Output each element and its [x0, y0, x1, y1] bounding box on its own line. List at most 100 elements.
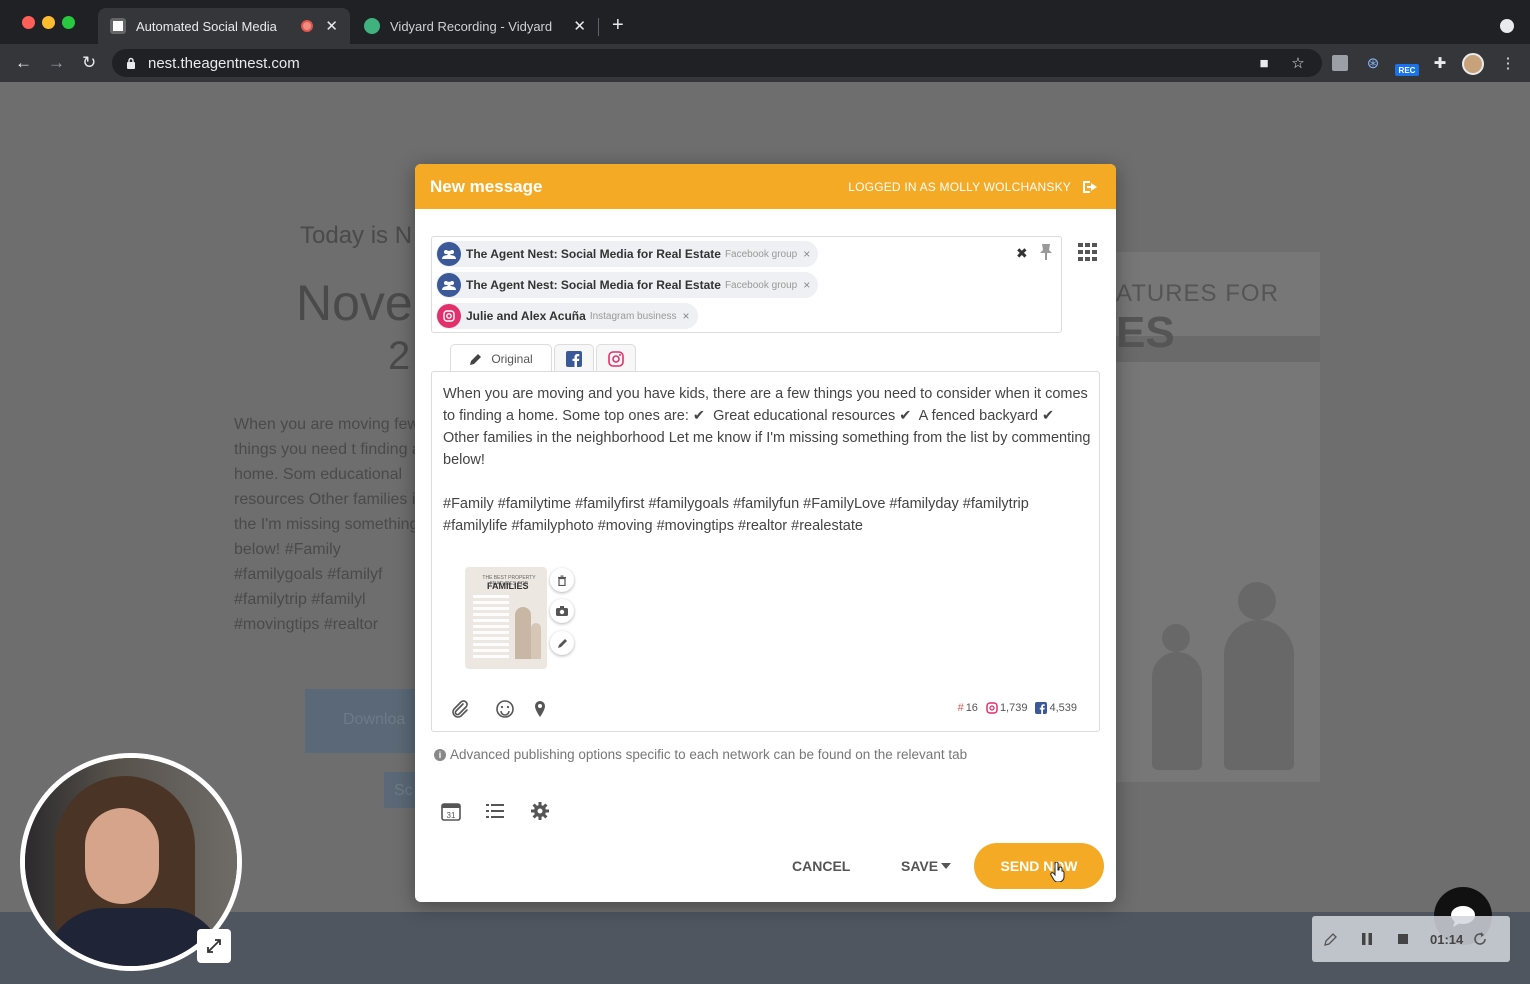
minimize-window-button[interactable]	[42, 16, 55, 29]
bg-post-preview: When you are moving few things you need …	[234, 416, 425, 633]
expand-webcam-button[interactable]	[197, 929, 231, 963]
hashtag-count: 16	[965, 702, 978, 714]
info-icon: i	[434, 748, 446, 761]
extensions-puzzle-icon[interactable]: ✚	[1432, 55, 1448, 72]
svg-text:31: 31	[447, 811, 456, 820]
remove-recipient-icon[interactable]: ×	[683, 309, 690, 323]
maximize-window-button[interactable]	[62, 16, 75, 29]
bg-family-figure	[1152, 652, 1202, 770]
bg-es-text: ES	[1116, 308, 1175, 357]
facebook-icon	[566, 350, 582, 367]
advanced-options-note: i Advanced publishing options specific t…	[434, 747, 967, 762]
thumbnail-figure	[515, 607, 531, 659]
close-tab-icon[interactable]: ✕	[573, 17, 586, 35]
close-window-button[interactable]	[22, 16, 35, 29]
draw-pen-icon[interactable]	[1322, 930, 1340, 948]
lock-icon	[127, 57, 135, 69]
address-bar[interactable]: nest.theagentnest.com	[112, 49, 1322, 77]
vidyard-favicon-icon	[364, 18, 380, 34]
emoji-icon[interactable]	[495, 699, 515, 719]
remove-recipient-icon[interactable]: ×	[803, 278, 810, 292]
bg-family-figure	[1224, 620, 1294, 770]
site-favicon-icon	[110, 18, 126, 34]
tab-instagram[interactable]	[596, 344, 636, 372]
tab-facebook[interactable]	[554, 344, 594, 372]
instagram-icon	[608, 350, 624, 367]
facebook-char-count: 4,539	[1049, 702, 1077, 714]
browser-toolbar: ← → ↻ nest.theagentnest.com ■ ☆ ⊛ ✚ ⋮	[0, 44, 1530, 82]
close-tab-icon[interactable]: ✕	[325, 17, 338, 35]
clear-recipients-icon[interactable]: ✖	[1016, 245, 1028, 262]
message-editor[interactable]: When you are moving and you have kids, t…	[431, 371, 1100, 732]
grid-menu-icon[interactable]	[1078, 243, 1098, 261]
paperclip-icon[interactable]	[450, 699, 470, 719]
recording-timer: 01:14	[1430, 931, 1464, 947]
pencil-icon	[470, 353, 482, 365]
thumbnail-checklist	[473, 595, 509, 659]
message-text[interactable]: When you are moving and you have kids, t…	[443, 383, 1091, 537]
hand-cursor-icon	[1050, 862, 1065, 882]
location-pin-icon[interactable]	[530, 699, 550, 719]
tab-automated-social-media[interactable]: Automated Social Media ✕	[98, 8, 350, 44]
recipient-type: Facebook group	[724, 248, 798, 260]
camera-icon[interactable]: ■	[1256, 55, 1272, 72]
tab-title: Vidyard Recording - Vidyard	[390, 18, 553, 34]
modal-title: New message	[430, 176, 543, 196]
attached-image-thumbnail[interactable]: THE BEST PROPERTY FEATURES FOR FAMILIES	[465, 567, 547, 669]
forward-arrow-icon[interactable]: →	[48, 53, 65, 73]
recording-indicator-icon	[301, 20, 314, 32]
recipient-chip: Julie and Alex Acuña Instagram business …	[436, 303, 698, 329]
facebook-group-icon	[437, 273, 461, 297]
recording-controls: 01:14	[1312, 916, 1510, 962]
profile-avatar[interactable]	[1462, 53, 1484, 75]
thumbnail-figure	[531, 623, 541, 659]
tab-original[interactable]: Original	[450, 344, 552, 372]
instagram-char-count: 1,739	[999, 702, 1028, 714]
new-message-modal: New message LOGGED IN AS MOLLY WOLCHANSK…	[415, 164, 1116, 902]
cancel-button[interactable]: CANCEL	[792, 858, 850, 874]
calendar-icon[interactable]: 31	[440, 800, 462, 822]
recipient-name: The Agent Nest: Social Media for Real Es…	[466, 247, 721, 261]
logout-icon[interactable]	[1081, 179, 1101, 195]
delete-image-icon[interactable]	[550, 568, 574, 592]
edit-image-icon[interactable]	[550, 631, 574, 655]
remove-recipient-icon[interactable]: ×	[803, 247, 810, 261]
tab-search-icon[interactable]	[1500, 19, 1514, 33]
recipient-type: Instagram business	[589, 310, 677, 322]
bg-year-text: 2	[388, 334, 411, 378]
stop-icon[interactable]	[1394, 930, 1412, 948]
bookmark-star-icon[interactable]: ☆	[1290, 55, 1306, 72]
recipient-name: Julie and Alex Acuña	[466, 309, 586, 323]
bg-download-button: Downloa	[305, 689, 420, 753]
facebook-counter-icon	[1035, 702, 1048, 714]
camera-icon[interactable]	[550, 599, 574, 623]
tab-vidyard-recording[interactable]: Vidyard Recording - Vidyard ✕	[352, 8, 598, 44]
reload-icon[interactable]: ↻	[82, 53, 96, 73]
gear-icon[interactable]	[529, 800, 551, 822]
extension-globe-icon[interactable]: ⊛	[1365, 55, 1381, 72]
pause-icon[interactable]	[1358, 930, 1376, 948]
pin-icon[interactable]	[1038, 243, 1054, 261]
screen: Automated Social Media ✕ Vidyard Recordi…	[0, 0, 1530, 984]
browser-menu-icon[interactable]: ⋮	[1500, 55, 1516, 72]
recipient-list[interactable]: The Agent Nest: Social Media for Real Es…	[431, 236, 1062, 333]
new-tab-icon[interactable]: +	[612, 14, 624, 37]
tab-original-label: Original	[491, 351, 533, 366]
extension-n-icon[interactable]	[1332, 55, 1348, 71]
hashtag-icon: #	[957, 702, 964, 714]
recipient-chip: The Agent Nest: Social Media for Real Es…	[436, 241, 819, 267]
list-icon[interactable]	[484, 800, 506, 822]
webcam-person-face	[85, 808, 159, 904]
restart-icon[interactable]	[1471, 930, 1489, 948]
thumbnail-title: FAMILIES	[487, 581, 529, 591]
send-now-button[interactable]: SEND NOW	[974, 843, 1104, 889]
save-button[interactable]: SAVE	[901, 858, 952, 874]
bg-features-text: ATURES FOR	[1116, 280, 1279, 307]
rec-badge: REC	[1395, 64, 1419, 76]
save-button-label: SAVE	[901, 858, 939, 874]
caret-down-icon	[941, 863, 952, 869]
bg-today-text: Today is N	[300, 222, 413, 249]
bg-feature-card: ATURES FOR ES	[1100, 252, 1320, 782]
back-arrow-icon[interactable]: ←	[15, 53, 32, 73]
expand-icon	[207, 939, 221, 953]
